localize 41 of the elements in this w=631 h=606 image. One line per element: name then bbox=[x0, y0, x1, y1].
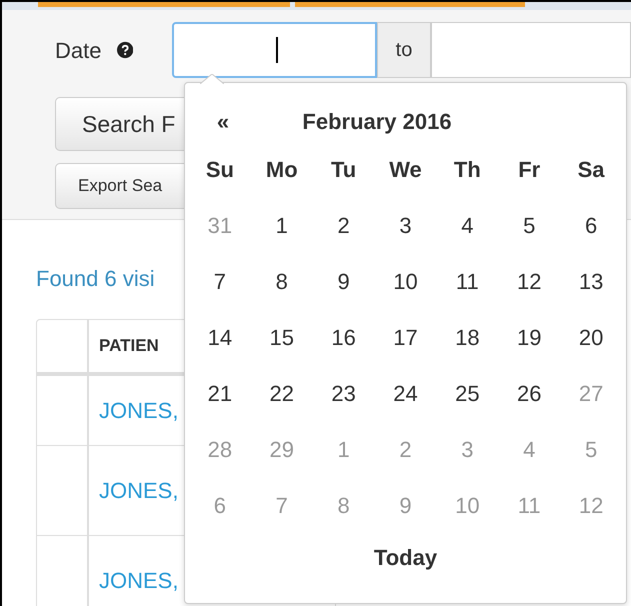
start-date-field[interactable] bbox=[172, 22, 377, 78]
day-button[interactable]: 25 bbox=[436, 365, 498, 421]
today-button[interactable]: Today bbox=[366, 535, 446, 579]
weekday-label: Mo bbox=[264, 156, 299, 184]
day-button[interactable]: 5 bbox=[498, 197, 560, 253]
day-button[interactable]: 24 bbox=[374, 365, 436, 421]
month-title: February 2016 bbox=[301, 108, 453, 136]
day-button[interactable]: 9 bbox=[312, 253, 375, 309]
day-button[interactable]: 4 bbox=[436, 197, 498, 253]
day-button[interactable]: 12 bbox=[498, 253, 560, 309]
range-separator: to bbox=[377, 22, 431, 78]
weekday-label: Tu bbox=[330, 156, 358, 184]
day-button[interactable]: 21 bbox=[189, 365, 251, 421]
day-button[interactable]: 26 bbox=[498, 365, 560, 421]
day-button[interactable]: 17 bbox=[374, 309, 436, 365]
end-date-field[interactable] bbox=[431, 22, 631, 78]
day-button[interactable]: 7 bbox=[189, 253, 251, 309]
day-button[interactable]: 18 bbox=[436, 309, 498, 365]
prev-month-button[interactable]: « bbox=[189, 104, 257, 138]
day-button[interactable]: 16 bbox=[312, 309, 375, 365]
day-button[interactable]: 11 bbox=[436, 253, 498, 309]
day-button[interactable]: 3 bbox=[374, 197, 436, 253]
weekday-label: Sa bbox=[576, 156, 606, 184]
table-header: PATIEN bbox=[98, 335, 159, 358]
day-button[interactable]: 19 bbox=[498, 309, 560, 365]
weekday-label: We bbox=[388, 156, 423, 184]
day-button[interactable]: 8 bbox=[250, 253, 313, 309]
day-button[interactable]: 2 bbox=[312, 197, 375, 253]
day-button[interactable]: 23 bbox=[312, 365, 375, 421]
weekday-label: Th bbox=[452, 156, 482, 184]
day-button[interactable]: 10 bbox=[374, 253, 436, 309]
date-label: Date bbox=[55, 36, 102, 64]
day-button[interactable]: 6 bbox=[560, 197, 622, 253]
results-summary: Found 6 visi bbox=[36, 266, 155, 291]
help-icon bbox=[116, 41, 133, 59]
day-button[interactable]: 14 bbox=[189, 309, 251, 365]
day-button[interactable]: 22 bbox=[250, 365, 313, 421]
weekday-label: Fr bbox=[517, 156, 542, 184]
day-button[interactable]: 13 bbox=[560, 253, 622, 309]
day-button[interactable]: 20 bbox=[560, 309, 622, 365]
day-button[interactable]: 15 bbox=[250, 309, 313, 365]
